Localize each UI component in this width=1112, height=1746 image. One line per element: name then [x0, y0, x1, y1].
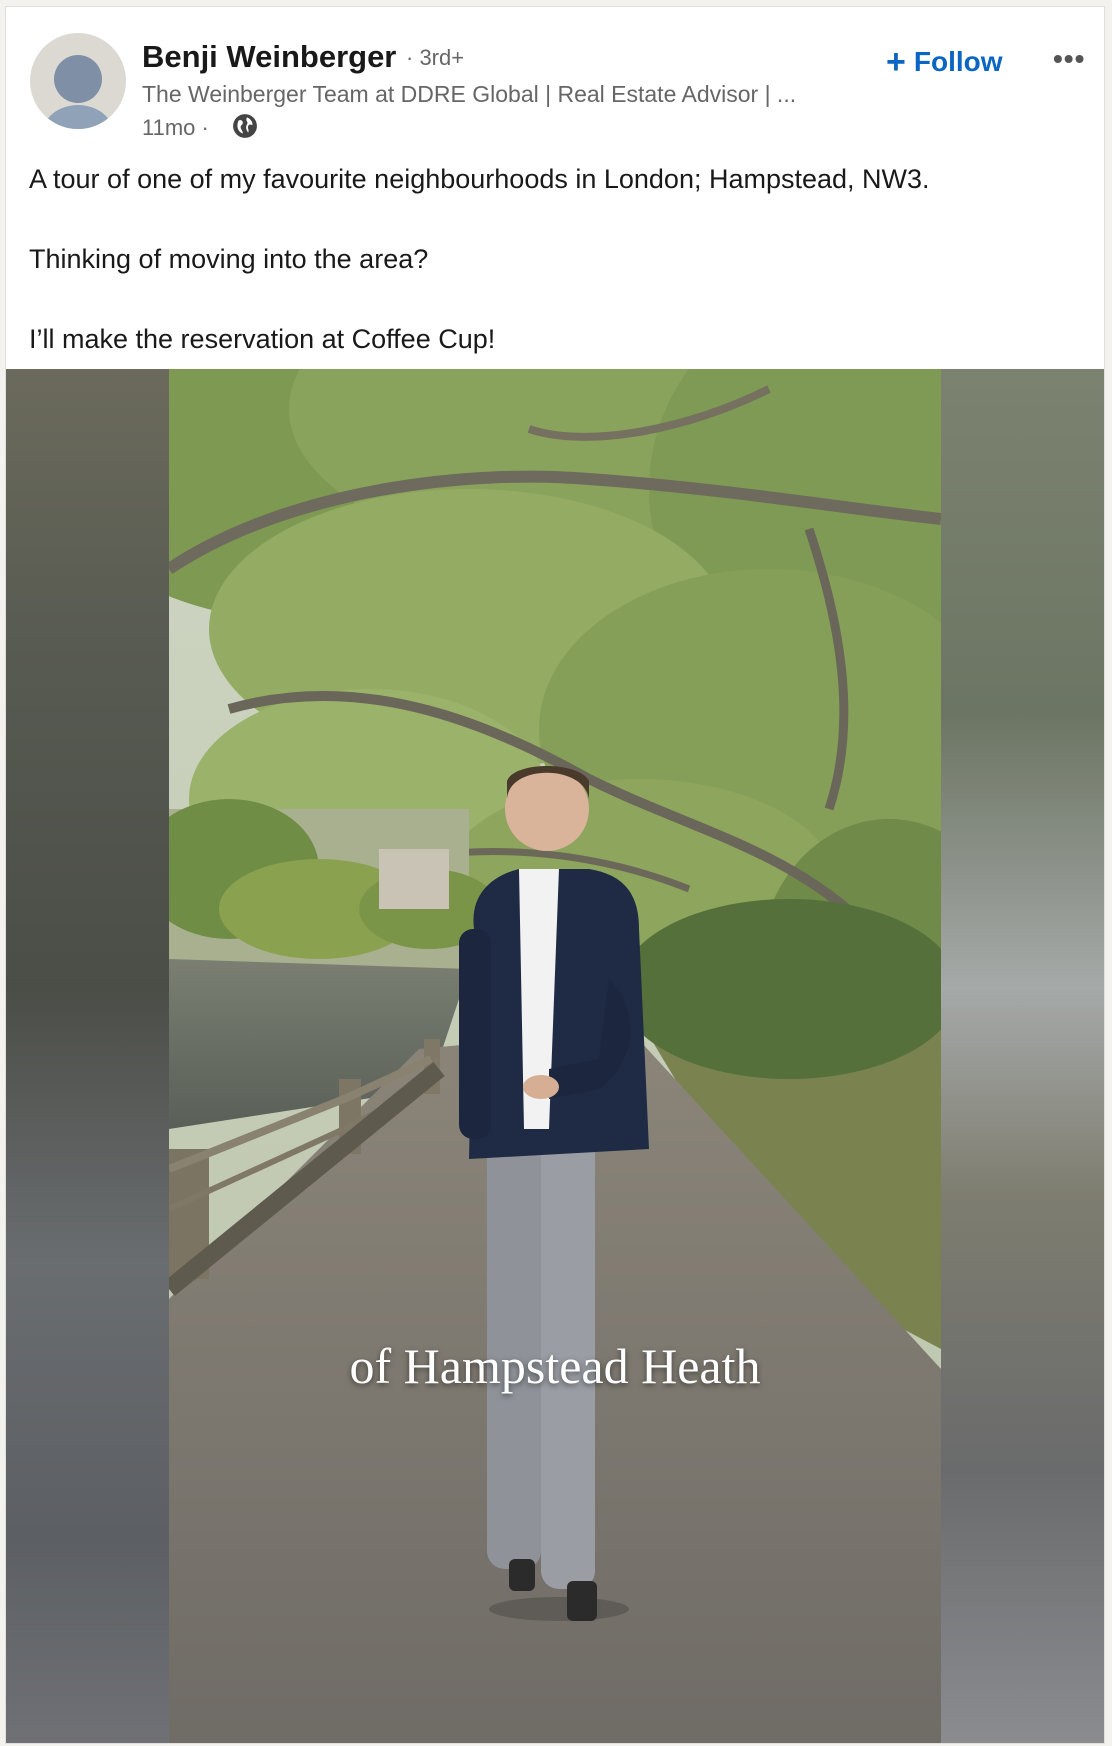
author-headline: The Weinberger Team at DDRE Global | Rea…: [142, 81, 797, 107]
video-player[interactable]: of Hampstead Heath: [6, 369, 1104, 1743]
globe-icon: [233, 114, 257, 138]
follow-label: Follow: [913, 46, 1003, 77]
post-text-line: I’ll make the reservation at Coffee Cup!: [29, 324, 496, 354]
post-text: A tour of one of my favourite neighbourh…: [29, 159, 1079, 399]
feed-post-card: Benji Weinberger · 3rd+ The Weinberger T…: [5, 6, 1105, 1744]
video-caption: of Hampstead Heath: [349, 1338, 761, 1394]
post-time: 11mo ·: [142, 115, 209, 140]
post-header: Benji Weinberger · 3rd+ The Weinberger T…: [6, 7, 1104, 147]
video-still-image: [169, 369, 941, 1743]
video-blur-right: [941, 369, 1104, 1743]
video-blur-left: [6, 369, 169, 1743]
more-icon[interactable]: •••: [1053, 43, 1085, 74]
post-text-line: Thinking of moving into the area?: [29, 244, 429, 274]
connection-degree: · 3rd+: [406, 45, 465, 70]
post-text-line: A tour of one of my favourite neighbourh…: [29, 164, 930, 194]
follow-button[interactable]: + Follow: [886, 45, 1003, 79]
author-name[interactable]: Benji Weinberger: [142, 39, 396, 75]
video-frame[interactable]: of Hampstead Heath: [169, 369, 941, 1743]
plus-icon: +: [886, 43, 906, 81]
avatar-shoulders-shape: [42, 105, 114, 129]
author-avatar[interactable]: [30, 33, 126, 129]
avatar-head-shape: [54, 55, 102, 103]
